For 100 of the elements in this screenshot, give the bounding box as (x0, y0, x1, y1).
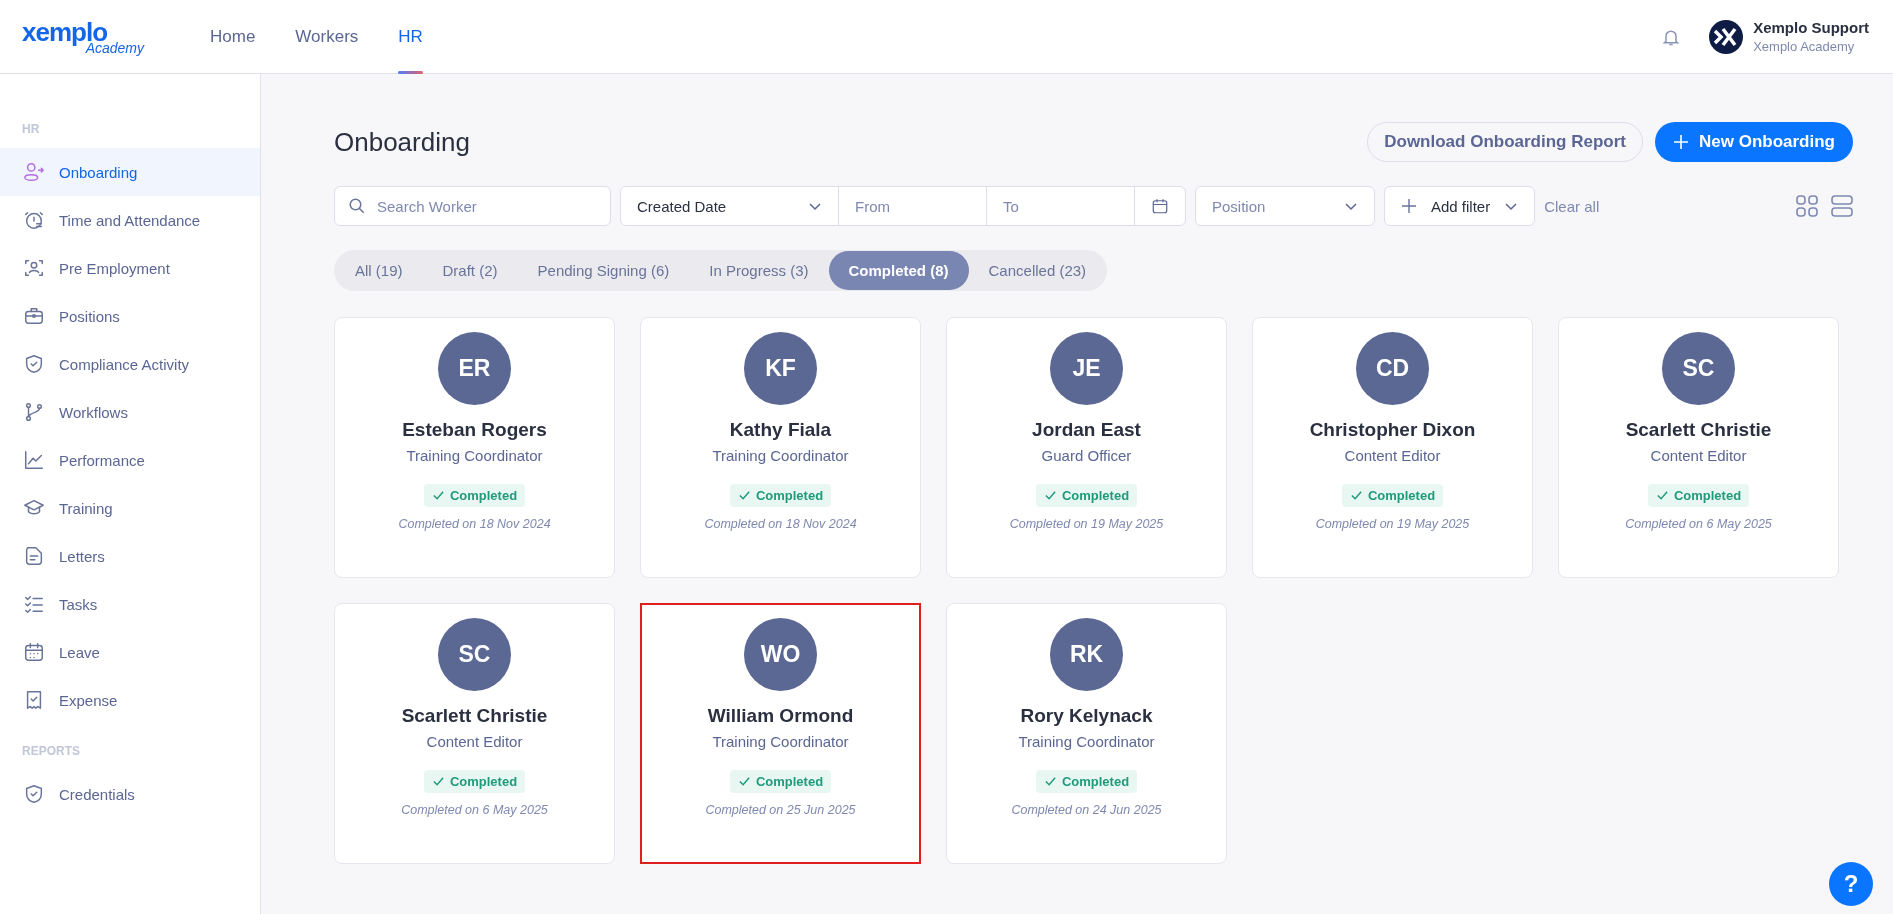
new-onboarding-button[interactable]: New Onboarding (1655, 122, 1853, 162)
worker-card[interactable]: SC Scarlett Christie Content Editor Completed Completed on 6 May 2025 (1558, 317, 1839, 578)
sidebar-item[interactable]: Credentials (0, 770, 260, 818)
search-icon (348, 197, 366, 215)
check-icon (1655, 489, 1669, 502)
status-badge: Completed (1341, 484, 1444, 507)
worker-position: Training Coordinator (1018, 733, 1155, 750)
avatar: JE (1050, 332, 1123, 405)
search-field[interactable]: Search Worker (334, 186, 611, 226)
grid-view-icon[interactable] (1796, 195, 1818, 217)
status-tab[interactable]: Draft (2) (422, 251, 518, 290)
check-icon (431, 489, 445, 502)
worker-position: Training Coordinator (712, 733, 849, 750)
sidebar-item[interactable]: Onboarding (0, 148, 260, 196)
sidebar-item-icon (23, 161, 45, 183)
avatar: ER (438, 332, 511, 405)
status-badge: Completed (729, 770, 832, 793)
worker-card[interactable]: JE Jordan East Guard Officer Completed Completed on 19 May 2025 (946, 317, 1227, 578)
status-badge: Completed (423, 770, 526, 793)
check-icon (737, 775, 751, 788)
sidebar-item-icon (23, 449, 45, 471)
page-title: Onboarding (334, 126, 470, 158)
sidebar-item-icon (23, 593, 45, 615)
sidebar-item-icon (23, 305, 45, 327)
worker-card[interactable]: CD Christopher Dixon Content Editor Completed Completed on 19 May 2025 (1252, 317, 1533, 578)
worker-position: Content Editor (1650, 447, 1747, 464)
sidebar-item-icon (23, 783, 45, 805)
user-name: Xemplo Support (1753, 19, 1869, 36)
sidebar-item-icon (23, 353, 45, 375)
sidebar-item-icon (23, 401, 45, 423)
status-tab[interactable]: In Progress (3) (689, 251, 829, 290)
completion-date: Completed on 6 May 2025 (401, 803, 548, 817)
check-icon (737, 489, 751, 502)
plus-icon (1401, 198, 1417, 214)
status-badge: Completed (729, 484, 832, 507)
sidebar-item-icon (23, 257, 45, 279)
check-icon (431, 775, 445, 788)
logo[interactable]: xemplo Academy (22, 18, 152, 55)
worker-card[interactable]: WO William Ormond Training Coordinator Completed Completed on 25 Jun 2025 (640, 603, 921, 864)
worker-position: Training Coordinator (406, 447, 543, 464)
sidebar-item[interactable]: Leave (0, 628, 260, 676)
worker-card[interactable]: KF Kathy Fiala Training Coordinator Completed Completed on 18 Nov 2024 (640, 317, 921, 578)
completion-date: Completed on 19 May 2025 (1315, 517, 1470, 531)
worker-name: Scarlett Christie (401, 705, 548, 727)
user-organization: Xemplo Academy (1753, 39, 1856, 54)
worker-name: Christopher Dixon (1309, 419, 1476, 441)
date-type-dropdown[interactable]: Created Date (621, 187, 839, 225)
sidebar-item[interactable]: Tasks (0, 580, 260, 628)
list-view-icon[interactable] (1831, 195, 1853, 217)
to-date-field[interactable]: To (987, 187, 1135, 225)
status-tab[interactable]: All (19) (335, 251, 423, 290)
worker-name: Rory Kelynack (1020, 705, 1153, 727)
avatar: RK (1050, 618, 1123, 691)
avatar: WO (744, 618, 817, 691)
worker-card[interactable]: RK Rory Kelynack Training Coordinator Completed Completed on 24 Jun 2025 (946, 603, 1227, 864)
sidebar-item[interactable]: Letters (0, 532, 260, 580)
nav-tab[interactable]: HR (378, 0, 443, 73)
company-logo-icon[interactable] (1709, 19, 1744, 54)
check-icon (1349, 489, 1363, 502)
completion-date: Completed on 18 Nov 2024 (704, 517, 857, 531)
status-badge: Completed (423, 484, 526, 507)
sidebar-item-icon (23, 209, 45, 231)
worker-name: Jordan East (1032, 419, 1141, 441)
nav-tab[interactable]: Workers (275, 0, 379, 73)
worker-position: Guard Officer (1041, 447, 1132, 464)
sidebar-item-icon (23, 641, 45, 663)
sidebar-item[interactable]: Time and Attendance (0, 196, 260, 244)
worker-name: Kathy Fiala (729, 419, 832, 441)
sidebar-heading: HR (21, 122, 41, 136)
position-dropdown[interactable]: Position (1195, 186, 1375, 226)
completion-date: Completed on 25 Jun 2025 (705, 803, 856, 817)
sidebar-item[interactable]: Workflows (0, 388, 260, 436)
plus-icon (1673, 134, 1689, 150)
avatar: SC (1662, 332, 1735, 405)
add-filter-button[interactable]: Add filter (1384, 186, 1536, 226)
completion-date: Completed on 19 May 2025 (1009, 517, 1164, 531)
status-tab[interactable]: Pending Signing (6) (517, 251, 690, 290)
sidebar-item[interactable]: Performance (0, 436, 260, 484)
worker-card[interactable]: ER Esteban Rogers Training Coordinator Completed Completed on 18 Nov 2024 (334, 317, 615, 578)
worker-position: Content Editor (426, 733, 523, 750)
worker-card[interactable]: SC Scarlett Christie Content Editor Completed Completed on 6 May 2025 (334, 603, 615, 864)
sidebar-item[interactable]: Positions (0, 292, 260, 340)
worker-name: Scarlett Christie (1625, 419, 1772, 441)
status-tab[interactable]: Completed (8) (828, 251, 969, 290)
clear-all-link[interactable]: Clear all (1544, 197, 1600, 215)
nav-tab[interactable]: Home (190, 0, 276, 73)
sidebar-item[interactable]: Expense (0, 676, 260, 724)
completion-date: Completed on 18 Nov 2024 (398, 517, 551, 531)
sidebar-item[interactable]: Pre Employment (0, 244, 260, 292)
status-tab[interactable]: Cancelled (23) (968, 251, 1107, 290)
check-icon (1043, 489, 1057, 502)
calendar-icon[interactable] (1151, 197, 1169, 215)
sidebar-item[interactable]: Training (0, 484, 260, 532)
avatar: SC (438, 618, 511, 691)
sidebar-item[interactable]: Compliance Activity (0, 340, 260, 388)
completion-date: Completed on 6 May 2025 (1625, 517, 1772, 531)
help-button[interactable]: ? (1829, 862, 1873, 906)
from-date-field[interactable]: From (839, 187, 987, 225)
avatar: CD (1356, 332, 1429, 405)
sidebar-item-icon (23, 545, 45, 567)
